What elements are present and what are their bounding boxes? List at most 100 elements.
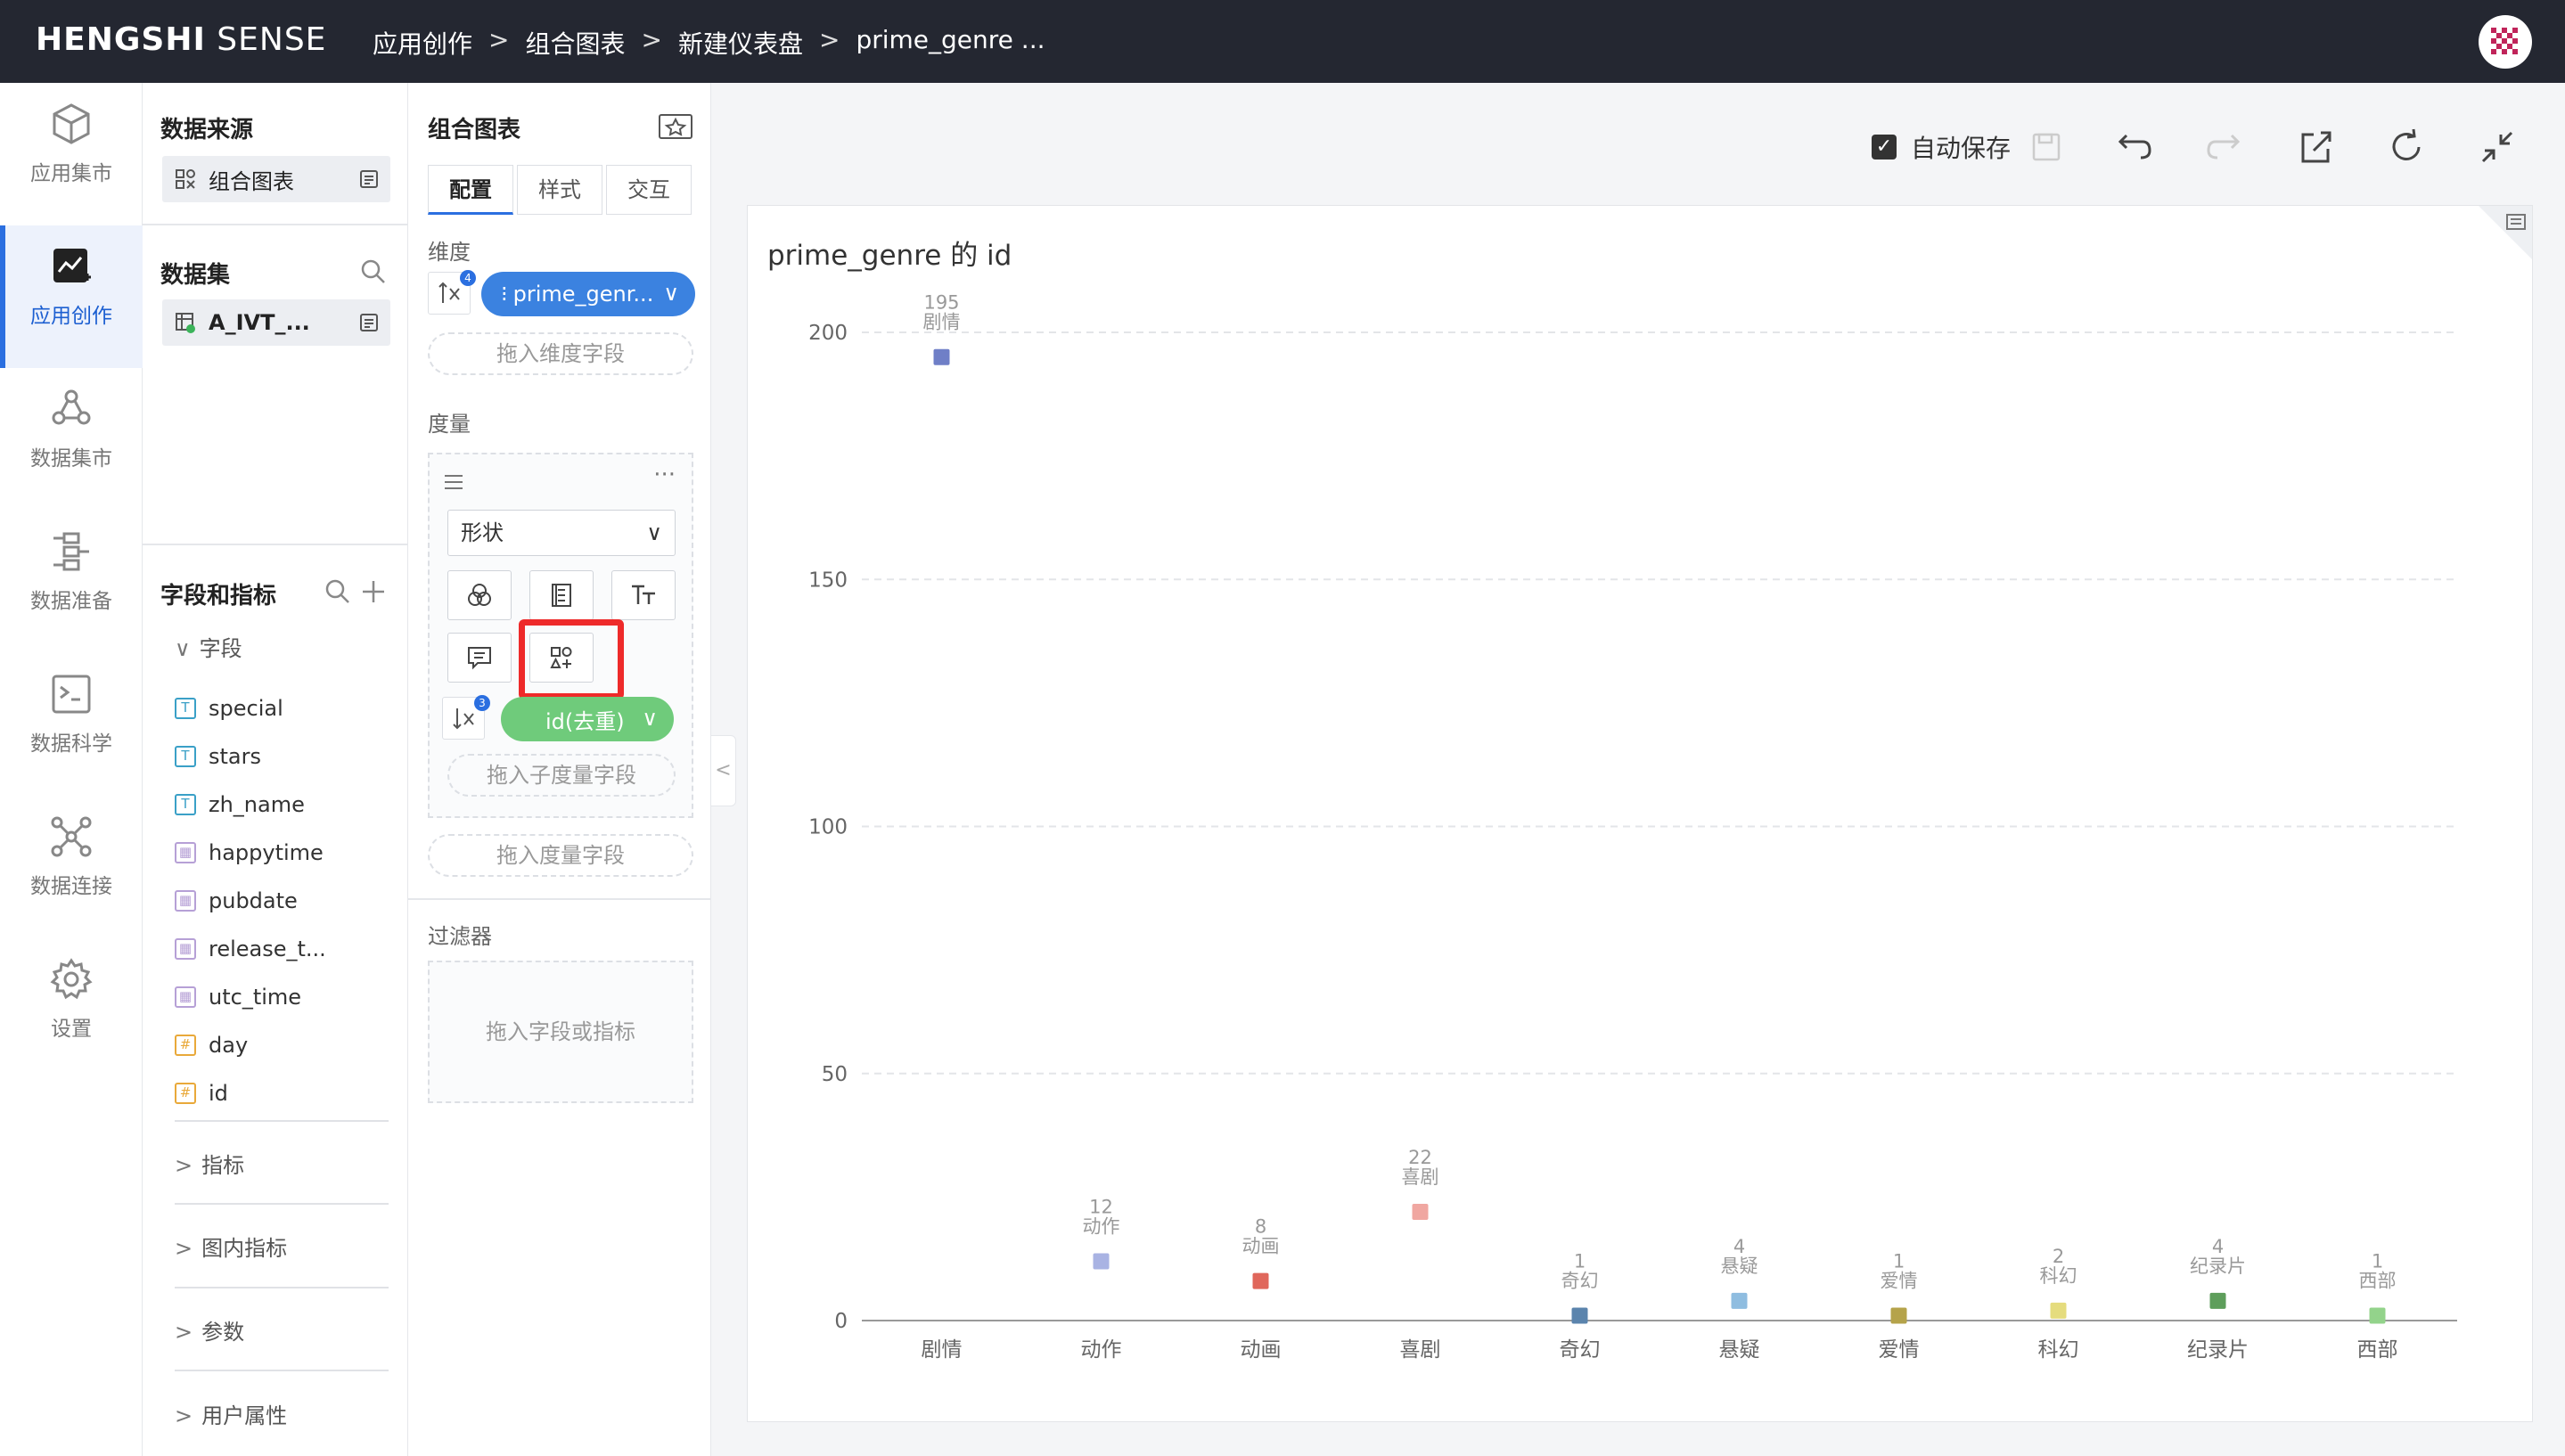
- collapse-panel-handle[interactable]: <: [711, 735, 736, 806]
- section-chart-metrics[interactable]: > 图内指标: [175, 1231, 287, 1262]
- nav-label: 数据准备: [30, 590, 112, 613]
- data-point: [1412, 1204, 1429, 1221]
- nav-item-data-science[interactable]: 数据科学: [0, 653, 143, 796]
- shape-select[interactable]: 形状 ∨: [447, 510, 676, 556]
- autosave-checkbox[interactable]: ✓: [1872, 135, 1897, 160]
- data-source-chip[interactable]: 组合图表: [162, 156, 390, 202]
- y-tick-label: 200: [808, 322, 848, 345]
- nav-item-data-connection[interactable]: 数据连接: [0, 796, 143, 938]
- field-item[interactable]: ▦ happytime: [175, 835, 324, 871]
- brand-bold: HENGSHI: [36, 21, 206, 58]
- chart-type-icon[interactable]: [658, 113, 693, 140]
- avatar[interactable]: [2479, 15, 2532, 69]
- breadcrumb-separator: >: [818, 25, 840, 54]
- y-tick-label: 50: [822, 1063, 848, 1086]
- x-tick-label: 爱情: [1879, 1338, 1920, 1362]
- dimension-count-badge: 4: [460, 270, 476, 286]
- dataset-title: 数据集: [160, 262, 231, 289]
- field-item[interactable]: Tspecial: [175, 691, 283, 726]
- nav-item-app-market[interactable]: 应用集市: [0, 83, 143, 225]
- data-label-value: 1: [2372, 1250, 2383, 1272]
- measure-label: 度量: [428, 412, 471, 437]
- field-name: release_t...: [209, 937, 326, 961]
- edit-icon[interactable]: [358, 312, 380, 333]
- date-type-icon: ▦: [175, 986, 196, 1008]
- sub-measure-drop-zone[interactable]: 拖入子度量字段: [447, 754, 676, 797]
- field-item[interactable]: ▦ pubdate: [175, 883, 298, 919]
- search-icon[interactable]: [324, 578, 351, 605]
- redo-icon[interactable]: [2205, 127, 2244, 167]
- breadcrumb-item-app-create[interactable]: 应用创作: [373, 25, 472, 61]
- data-point: [1093, 1253, 1110, 1270]
- data-label-category: 剧情: [923, 312, 961, 333]
- x-tick-label: 动作: [1081, 1338, 1122, 1362]
- data-label-value: 4: [1733, 1236, 1745, 1257]
- nav-item-data-prep[interactable]: 数据准备: [0, 511, 143, 653]
- data-mart-icon: [52, 389, 91, 425]
- x-tick-label: 西部: [2357, 1338, 2398, 1362]
- share-icon[interactable]: [2296, 127, 2335, 167]
- breadcrumb-item-new-dashboard[interactable]: 新建仪表盘: [678, 25, 803, 61]
- undo-icon[interactable]: [2114, 127, 2153, 167]
- measure-drop-zone[interactable]: 拖入度量字段: [428, 834, 693, 877]
- nav-label: 应用创作: [30, 305, 112, 328]
- section-parameters[interactable]: > 参数: [175, 1314, 244, 1346]
- x-tick-label: 悬疑: [1719, 1338, 1760, 1362]
- more-options-icon[interactable]: ···: [653, 462, 676, 488]
- dataset-chip[interactable]: A_IVT_...: [162, 299, 390, 346]
- field-item[interactable]: # id: [175, 1076, 228, 1111]
- tab-interaction[interactable]: 交互: [606, 165, 692, 215]
- section-metrics[interactable]: > 指标: [175, 1148, 244, 1179]
- x-tick-label: 动画: [1241, 1338, 1282, 1362]
- field-item[interactable]: ▦ release_t...: [175, 931, 326, 967]
- nav-label: 设置: [51, 1018, 92, 1041]
- chevron-down-icon: ∨: [663, 281, 679, 306]
- dataset-chip-label: A_IVT_...: [209, 310, 310, 335]
- data-source-panel: 数据来源 组合图表 数据集 A_IVT_... 字段和指标 ∨ 字段 Tspeci…: [143, 83, 408, 1456]
- breadcrumb-separator: >: [641, 25, 662, 54]
- chevron-right-icon: >: [175, 1153, 193, 1178]
- data-label-category: 科幻: [2040, 1265, 2077, 1287]
- field-item[interactable]: Tstars: [175, 739, 261, 774]
- tab-config[interactable]: 配置: [428, 165, 513, 215]
- size-button[interactable]: [529, 570, 594, 620]
- x-tick-label: 科幻: [2038, 1338, 2079, 1362]
- dimension-drop-zone[interactable]: 拖入维度字段: [428, 332, 693, 375]
- section-user-attributes[interactable]: > 用户属性: [175, 1398, 287, 1429]
- number-type-icon: #: [175, 1083, 196, 1104]
- tooltip-button[interactable]: [447, 633, 512, 683]
- breadcrumb-item-combo-chart[interactable]: 组合图表: [525, 25, 625, 61]
- chart-card[interactable]: prime_genre 的 id 0 50 100 150 200 195 剧情 剧情 12 动作…: [747, 205, 2533, 1422]
- edit-icon[interactable]: [358, 168, 380, 190]
- chart-config-panel: 组合图表 配置 样式 交互 维度 4 ⁝ prime_genr... ∨ 拖入维…: [408, 83, 711, 1456]
- label-button[interactable]: [611, 570, 676, 620]
- field-item[interactable]: # day: [175, 1027, 248, 1063]
- breadcrumb: 应用创作 > 组合图表 > 新建仪表盘 > prime_genre ...: [373, 25, 1045, 61]
- nav-item-data-market[interactable]: 数据集市: [0, 368, 143, 511]
- save-icon[interactable]: [2030, 127, 2062, 167]
- search-icon[interactable]: [360, 258, 387, 285]
- menu-icon[interactable]: [442, 470, 465, 494]
- field-name: id: [209, 1081, 228, 1106]
- brand-logo[interactable]: HENGSHI SENSE: [36, 21, 326, 58]
- add-icon[interactable]: [360, 578, 387, 605]
- dimension-field-pill[interactable]: ⁝ prime_genr... ∨: [481, 272, 695, 316]
- color-button[interactable]: [447, 570, 512, 620]
- chart-plot: 050100150200195剧情剧情12动作动作8动画动画22喜剧喜剧1奇幻奇…: [808, 292, 2457, 1362]
- field-item[interactable]: Tzh_name: [175, 787, 305, 822]
- tab-style[interactable]: 样式: [517, 165, 602, 215]
- fields-group-toggle[interactable]: ∨ 字段: [175, 631, 242, 662]
- field-item[interactable]: ▦ utc_time: [175, 979, 301, 1015]
- data-label-category: 喜剧: [1402, 1166, 1439, 1188]
- filter-drop-zone[interactable]: 拖入字段或指标: [428, 961, 693, 1103]
- collapse-icon[interactable]: [2478, 127, 2517, 167]
- field-name: pubdate: [209, 888, 298, 913]
- nav-item-app-create[interactable]: 应用创作: [0, 225, 143, 368]
- refresh-icon[interactable]: [2387, 127, 2426, 167]
- nav-item-settings[interactable]: 设置: [0, 938, 143, 1081]
- shape-select-value: 形状: [461, 520, 504, 545]
- chart-edit-icon: [53, 249, 91, 282]
- divider: [143, 224, 408, 225]
- measure-field-pill[interactable]: id(去重) ∨: [501, 697, 674, 741]
- date-type-icon: ▦: [175, 938, 196, 960]
